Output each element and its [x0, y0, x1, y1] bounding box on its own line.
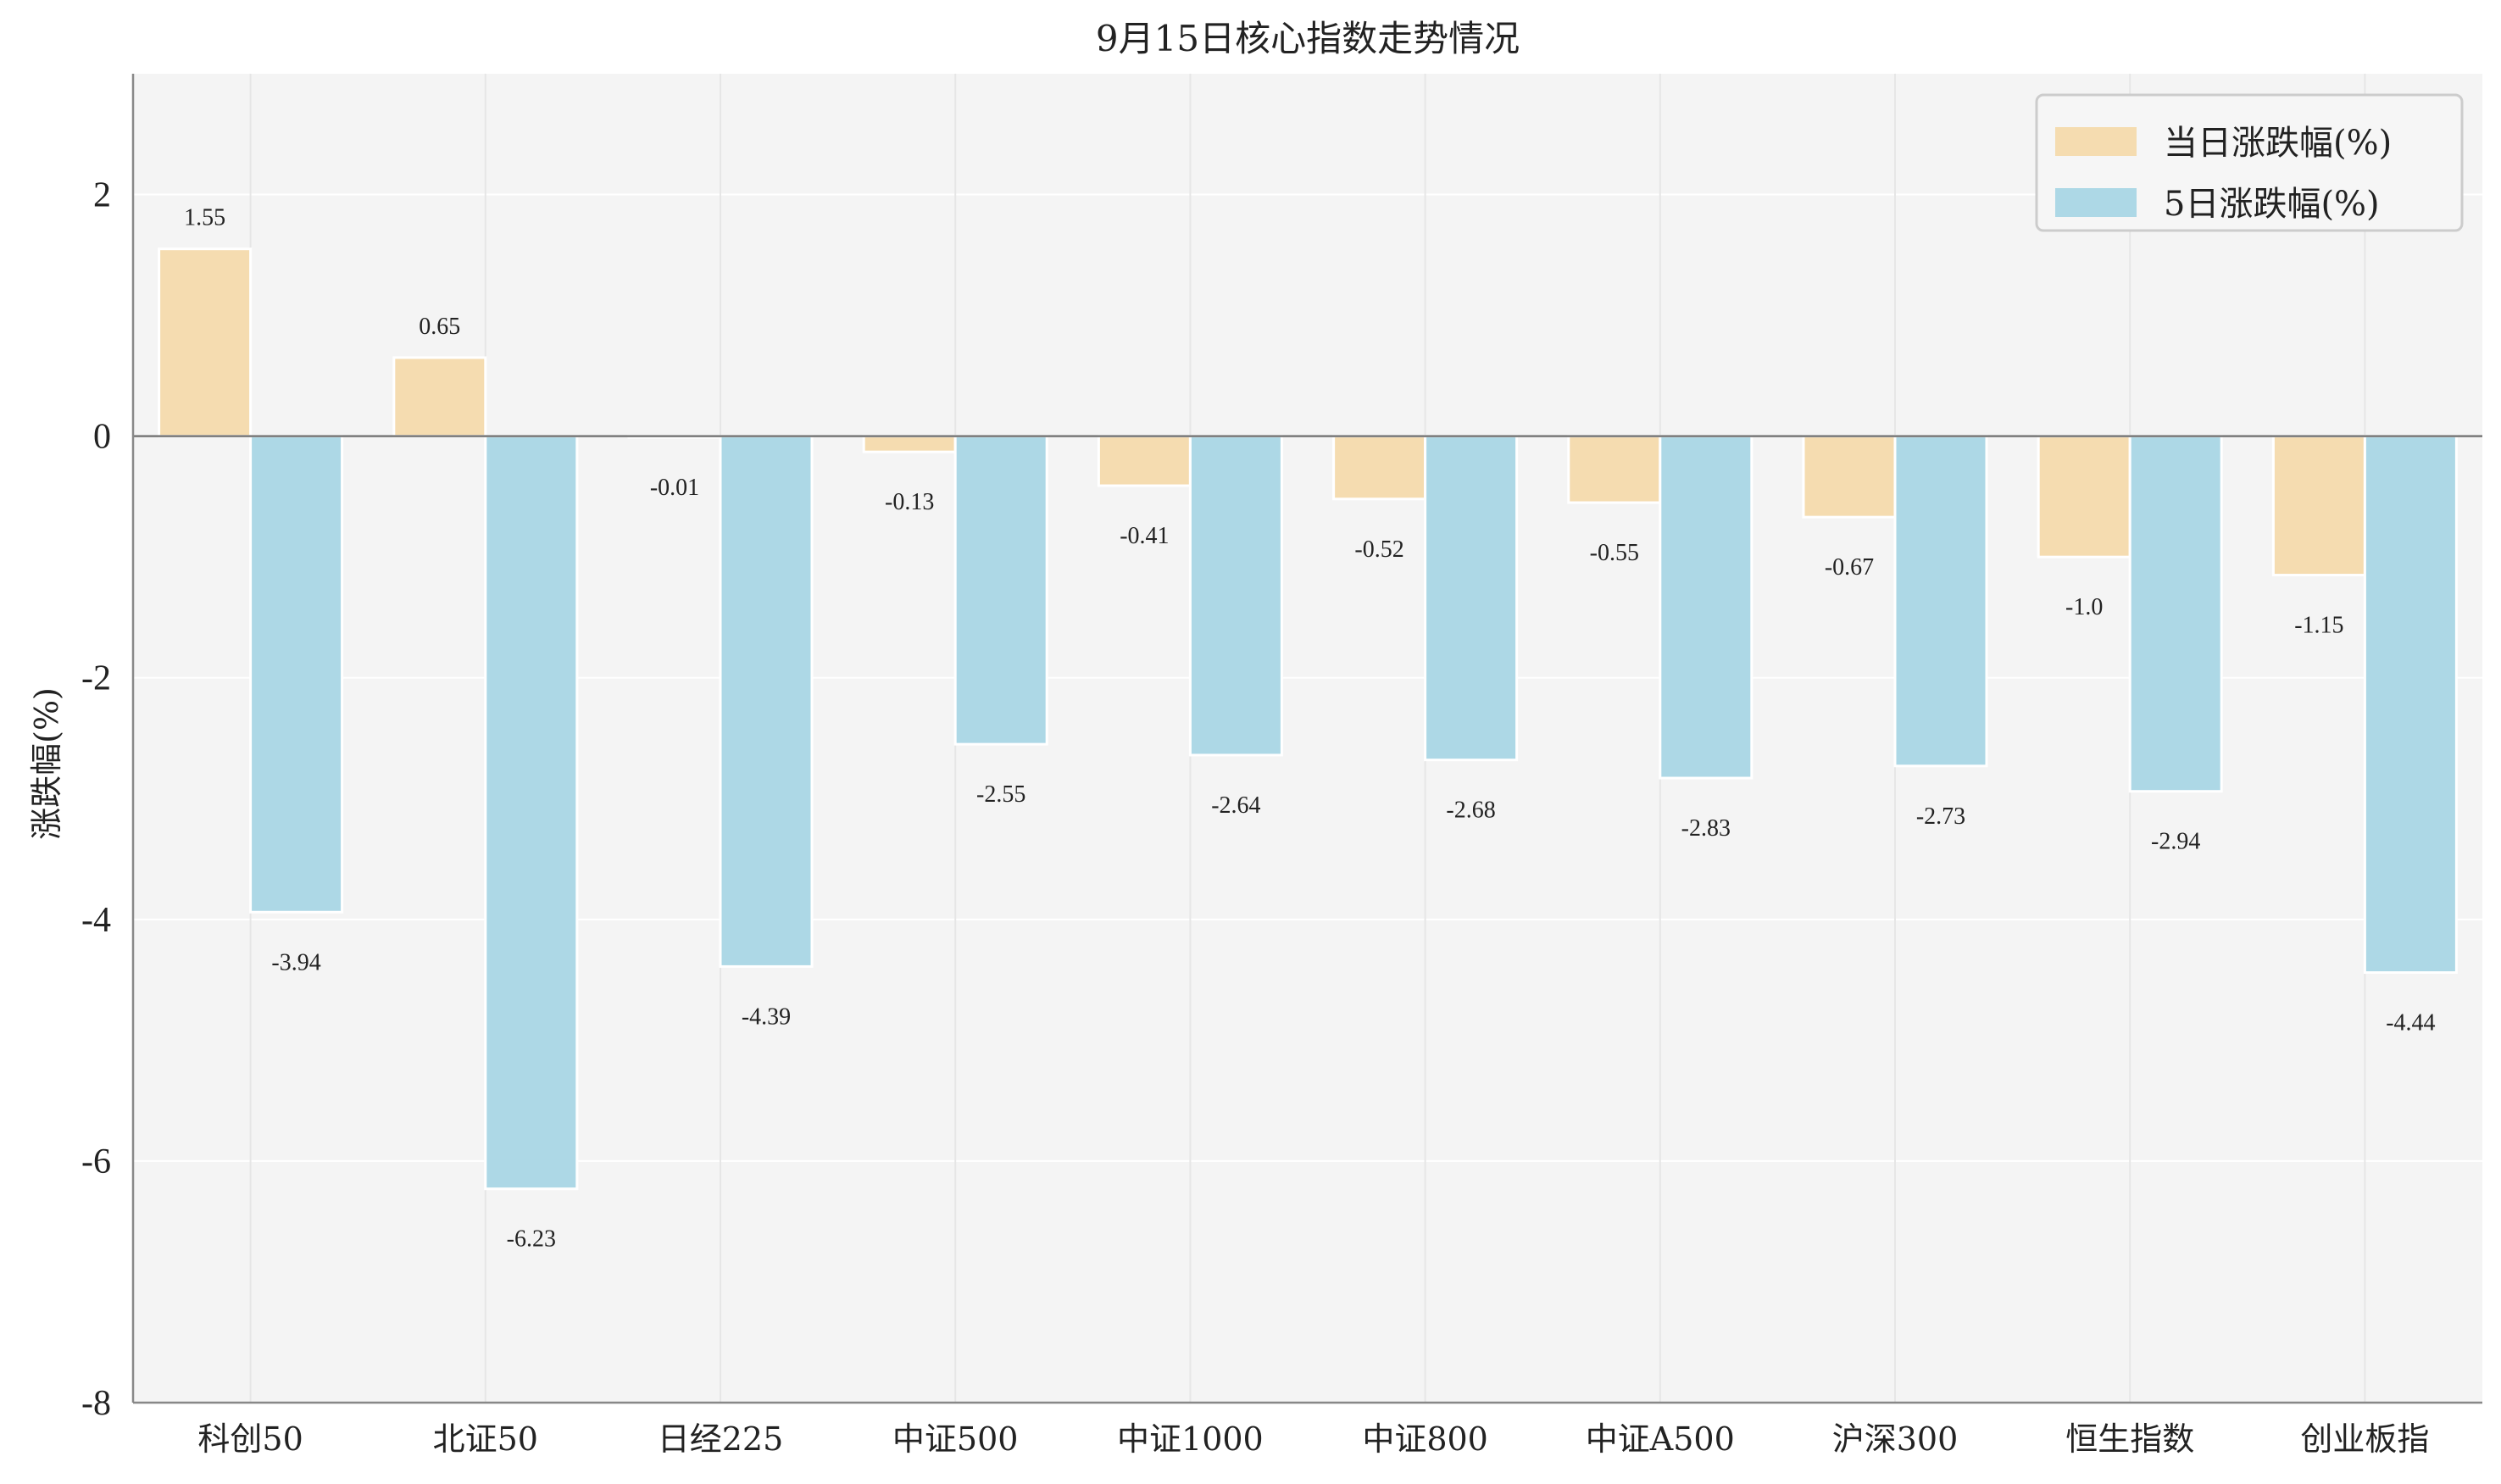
y-axis-label: 涨跌幅(%)	[28, 687, 65, 840]
y-tick-label: -6	[81, 1142, 111, 1181]
x-tick-label: 日经225	[658, 1420, 784, 1458]
bar-daily-change	[2037, 435, 2131, 559]
y-tick-label: 2	[93, 176, 111, 215]
data-label-5day-change: -6.23	[507, 1226, 556, 1253]
data-label-5day-change: -4.44	[2386, 1010, 2435, 1037]
x-tick-label: 恒生指数	[2065, 1420, 2194, 1458]
bar-5day-change	[1893, 435, 1988, 768]
bar-5day-change	[719, 435, 814, 968]
bar-chart: 2 0 -2 -4 -6 -8 科创50 北证50 日经225 中证500 中证1000 中证800 中…	[0, 0, 2501, 1484]
y-tick-label: -4	[81, 901, 111, 940]
bar-5day-change	[1188, 435, 1283, 757]
legend-swatch-daily-change	[2055, 127, 2137, 156]
data-label-5day-change: -2.94	[2151, 829, 2200, 855]
bar-daily-change	[1332, 435, 1427, 501]
x-tick-label: 中证A500	[1586, 1420, 1735, 1458]
bar-daily-change	[2271, 435, 2366, 577]
data-label-daily-change: -0.52	[1354, 536, 1403, 563]
data-label-daily-change: -0.01	[650, 475, 699, 501]
bar-daily-change	[1567, 435, 1662, 504]
x-tick-label: 创业板指	[2300, 1420, 2429, 1458]
bar-daily-change	[158, 247, 253, 438]
data-label-daily-change: -0.55	[1590, 540, 1639, 566]
data-label-daily-change: -0.13	[885, 489, 934, 515]
data-label-daily-change: 1.55	[184, 205, 225, 231]
data-label-5day-change: -2.73	[1916, 803, 1965, 830]
legend-label-5day-change: 5日涨跌幅(%)	[2164, 185, 2380, 224]
data-label-daily-change: -1.0	[2065, 594, 2103, 620]
bar-5day-change	[2128, 435, 2223, 793]
legend: 当日涨跌幅(%) 5日涨跌幅(%)	[2035, 93, 2464, 232]
legend-swatch-5day-change	[2055, 188, 2137, 217]
bar-5day-change	[1659, 435, 1753, 780]
data-label-daily-change: -0.41	[1120, 523, 1169, 549]
y-tick-label: 0	[93, 418, 111, 457]
x-tick-label: 沪深300	[1832, 1420, 1959, 1458]
data-label-5day-change: -3.94	[271, 949, 320, 975]
x-tick-label: 中证1000	[1117, 1420, 1264, 1458]
chart-root: 2 0 -2 -4 -6 -8 科创50 北证50 日经225 中证500 中证1000 中证800 中…	[0, 0, 2501, 1484]
bar-daily-change	[1802, 435, 1897, 519]
data-label-5day-change: -2.83	[1681, 815, 1731, 842]
bar-5day-change	[2363, 435, 2458, 975]
data-label-daily-change: -1.15	[2294, 613, 2343, 639]
data-label-5day-change: -2.55	[976, 781, 1025, 808]
data-label-daily-change: 0.65	[419, 314, 460, 340]
chart-title: 9月15日核心指数走势情况	[1096, 18, 1520, 59]
bar-daily-change	[392, 356, 487, 438]
bar-daily-change	[862, 435, 957, 453]
bar-5day-change	[484, 435, 579, 1191]
data-label-5day-change: -2.68	[1446, 798, 1495, 824]
x-tick-label: 中证500	[892, 1420, 1019, 1458]
data-label-daily-change: -0.67	[1825, 554, 1874, 581]
bar-5day-change	[249, 435, 344, 914]
y-tick-label: -8	[81, 1384, 111, 1423]
legend-label-daily-change: 当日涨跌幅(%)	[2164, 124, 2392, 163]
bar-daily-change	[1097, 435, 1192, 487]
x-tick-label: 中证800	[1362, 1420, 1488, 1458]
x-tick-label: 北证50	[433, 1420, 538, 1458]
bar-5day-change	[953, 435, 1048, 746]
y-tick-label: -2	[81, 659, 111, 698]
data-label-5day-change: -2.64	[1211, 792, 1260, 819]
data-label-5day-change: -4.39	[742, 1003, 791, 1030]
x-tick-label: 科创50	[197, 1420, 303, 1458]
bar-5day-change	[1424, 435, 1519, 762]
